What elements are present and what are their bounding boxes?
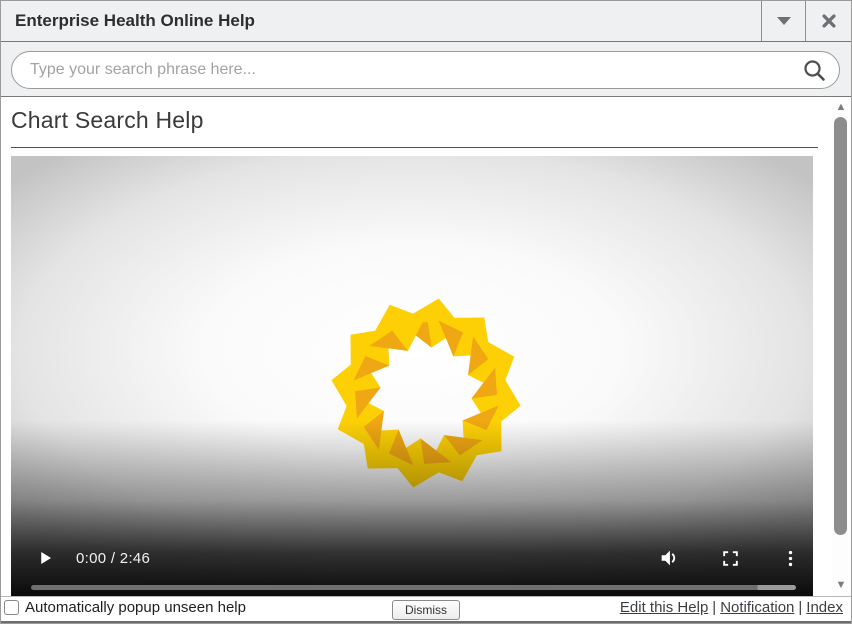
edit-help-link[interactable]: Edit this Help: [620, 599, 708, 616]
auto-popup-option[interactable]: Automatically popup unseen help: [4, 599, 246, 616]
footer-links: Edit this Help|Notification|Index: [620, 599, 843, 616]
fullscreen-icon: [721, 549, 740, 568]
dismiss-button[interactable]: Dismiss: [392, 600, 460, 620]
search-section: [1, 42, 851, 97]
scroll-up-arrow[interactable]: ▲: [832, 100, 850, 114]
video-time: 0:00 / 2:46: [76, 550, 150, 567]
volume-button[interactable]: [658, 547, 680, 569]
page-title: Chart Search Help: [11, 107, 818, 134]
bottom-bar: Automatically popup unseen help Dismiss …: [1, 596, 851, 623]
heading-underline: Chart Search Help: [11, 107, 818, 148]
search-input[interactable]: [30, 61, 801, 79]
dialog-title: Enterprise Health Online Help: [15, 1, 255, 41]
sunflower-logo: [326, 293, 526, 493]
index-link[interactable]: Index: [806, 599, 843, 616]
overflow-menu-button[interactable]: [781, 549, 800, 568]
help-content: Chart Search Help: [1, 97, 834, 598]
vertical-dots-icon: [781, 549, 800, 568]
notification-link[interactable]: Notification: [720, 599, 794, 616]
titlebar: Enterprise Health Online Help: [1, 1, 851, 42]
video-player[interactable]: 0:00 / 2:46: [11, 156, 813, 597]
search-icon[interactable]: [801, 57, 827, 83]
video-controls: 0:00 / 2:46: [11, 546, 813, 570]
scroll-down-arrow[interactable]: ▼: [832, 578, 850, 592]
scrollbar[interactable]: ▲ ▼: [832, 97, 850, 598]
collapse-button[interactable]: [761, 1, 805, 41]
fullscreen-button[interactable]: [721, 549, 740, 568]
link-separator: |: [708, 599, 720, 616]
play-button[interactable]: [36, 549, 54, 567]
auto-popup-checkbox[interactable]: [4, 600, 19, 615]
auto-popup-label: Automatically popup unseen help: [25, 599, 246, 616]
help-dialog: Enterprise Health Online Help Chart Sear…: [0, 0, 852, 624]
search-pill: [11, 51, 840, 89]
close-button[interactable]: [805, 1, 851, 41]
volume-icon: [658, 547, 680, 569]
close-icon: [820, 12, 838, 30]
video-progress-bar[interactable]: [31, 585, 796, 590]
chevron-down-icon: [777, 17, 791, 25]
link-separator: |: [794, 599, 806, 616]
scrollbar-thumb[interactable]: [834, 117, 847, 535]
play-icon: [36, 549, 54, 567]
